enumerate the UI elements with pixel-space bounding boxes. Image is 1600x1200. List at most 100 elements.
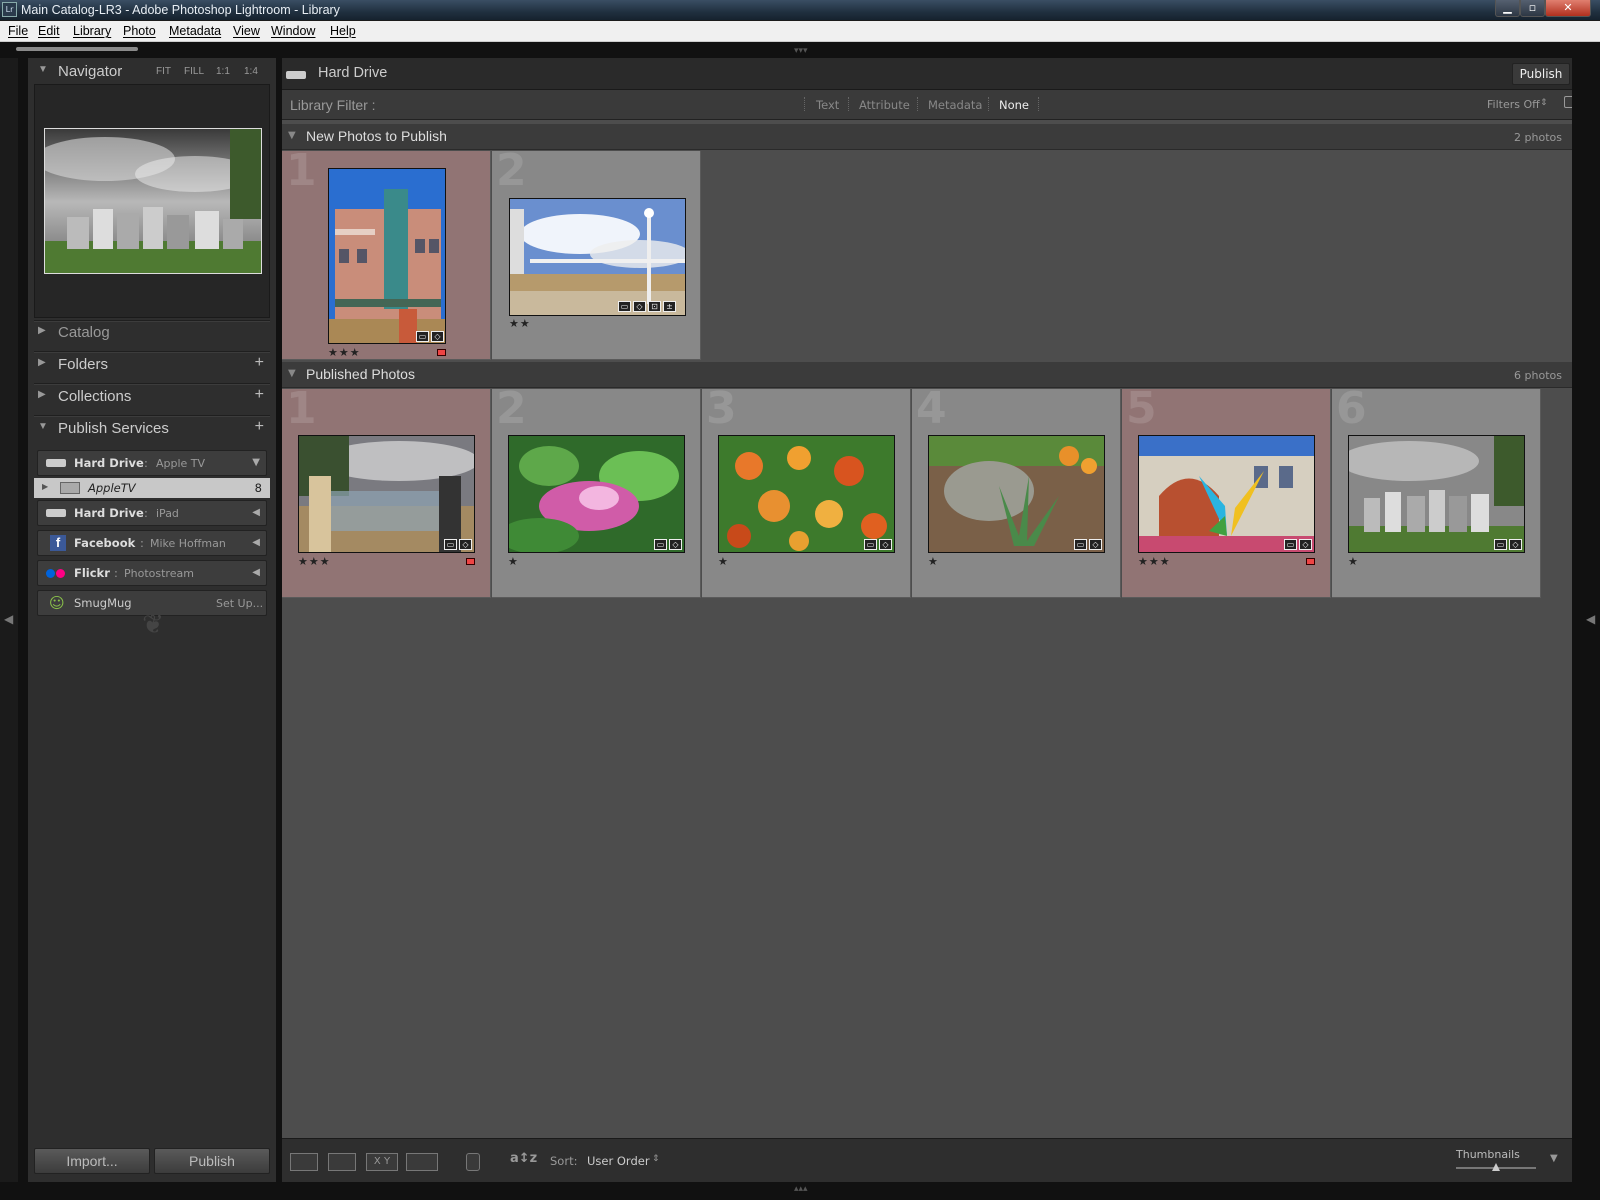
menu-window[interactable]: Window: [271, 24, 315, 38]
divider: [848, 97, 849, 111]
filter-metadata[interactable]: Metadata: [928, 98, 982, 112]
photo-thumbnail[interactable]: [718, 435, 895, 553]
sort-dropdown[interactable]: User Order: [587, 1154, 650, 1168]
thumbnails-label: Thumbnails: [1456, 1148, 1520, 1161]
filter-none[interactable]: None: [999, 98, 1029, 112]
star-rating[interactable]: ★★: [509, 317, 531, 330]
navigator-header[interactable]: ▼ Navigator FIT FILL 1:1 1:4: [34, 60, 270, 84]
service-menu-icon[interactable]: ◀: [252, 567, 260, 578]
grid-cell[interactable]: 2 ▭ ◇ ⊡ ± ★★: [492, 151, 701, 360]
grid-cell[interactable]: 4 ▭ ◇ ★: [912, 389, 1121, 598]
grid-cell[interactable]: 3 ▭ ◇ ★: [702, 389, 911, 598]
menu-library[interactable]: Library: [73, 24, 111, 38]
maximize-button[interactable]: ▫: [1520, 0, 1545, 17]
separator: :: [144, 456, 148, 470]
publish-service-facebook[interactable]: f Facebook : Mike Hoffman ◀: [37, 530, 267, 556]
menu-help[interactable]: Help: [330, 24, 356, 38]
photo-thumbnail[interactable]: [509, 198, 686, 316]
photo-thumbnail[interactable]: [508, 435, 685, 553]
grid-cell[interactable]: 1 ▭ ◇ ★★★: [282, 151, 491, 360]
expand-triangle-icon[interactable]: ▶: [42, 482, 48, 491]
slider-knob-icon[interactable]: [1492, 1163, 1500, 1171]
photo-grid: ▼ New Photos to Publish 2 photos 1 ▭ ◇ ★★…: [282, 120, 1572, 1138]
keyword-badge-icon: ◇: [879, 539, 892, 550]
catalog-header[interactable]: ▶ Catalog: [34, 321, 270, 345]
photo-thumbnail[interactable]: [1348, 435, 1525, 553]
group-title: New Photos to Publish: [306, 128, 447, 144]
cell-index: 6: [1336, 389, 1367, 434]
minimize-button[interactable]: ▁: [1495, 0, 1520, 17]
add-folder-icon[interactable]: +: [255, 354, 264, 372]
publish-service-hard-drive-appletv[interactable]: Hard Drive : Apple TV ▼: [37, 450, 267, 476]
filmstrip-toggle-icon[interactable]: ▴▴▴: [794, 1184, 808, 1194]
nav-1-1[interactable]: 1:1: [216, 66, 230, 77]
star-rating[interactable]: ★: [718, 555, 729, 568]
star-rating[interactable]: ★: [1348, 555, 1359, 568]
collections-header[interactable]: ▶ Collections +: [34, 385, 270, 409]
import-button[interactable]: Import...: [34, 1148, 150, 1174]
spray-can-icon[interactable]: [466, 1153, 480, 1171]
collection-badge-icon: ▭: [618, 301, 631, 312]
setup-link[interactable]: Set Up...: [216, 597, 263, 610]
grid-cell[interactable]: 1 ▭ ◇ ★★★: [282, 389, 491, 598]
photo-thumbnail[interactable]: [328, 168, 446, 344]
nav-1-4[interactable]: 1:4: [244, 66, 258, 77]
add-collection-icon[interactable]: +: [255, 386, 264, 404]
star-rating[interactable]: ★★★: [328, 346, 361, 359]
left-panel-toggle-icon[interactable]: ◀: [4, 612, 13, 626]
publish-service-hard-drive-ipad[interactable]: Hard Drive : iPad ◀: [37, 500, 267, 526]
group-header-new[interactable]: ▼ New Photos to Publish 2 photos: [282, 124, 1572, 150]
collection-badge-icon: ▭: [1494, 539, 1507, 550]
folders-header[interactable]: ▶ Folders +: [34, 353, 270, 377]
lightroom-app-icon: Lr: [2, 2, 17, 17]
menu-photo[interactable]: Photo: [123, 24, 156, 38]
survey-view-icon[interactable]: [406, 1153, 438, 1171]
nav-fill[interactable]: FILL: [184, 66, 204, 77]
grid-cell[interactable]: 5 ▭ ◇ ★★★: [1122, 389, 1331, 598]
star-rating[interactable]: ★: [928, 555, 939, 568]
right-panel-toggle-icon[interactable]: ◀: [1586, 612, 1595, 626]
photo-thumbnail[interactable]: [298, 435, 475, 553]
sort-direction-icon[interactable]: a↕z: [510, 1151, 537, 1166]
add-publish-service-icon[interactable]: +: [255, 418, 264, 436]
grid-cell[interactable]: 6 ▭ ◇ ★: [1332, 389, 1541, 598]
menu-file[interactable]: File: [8, 24, 28, 38]
publish-button[interactable]: Publish: [1512, 63, 1570, 85]
publish-service-flickr[interactable]: Flickr : Photostream ◀: [37, 560, 267, 586]
photo-thumbnail[interactable]: [928, 435, 1105, 553]
filter-attribute[interactable]: Attribute: [859, 98, 910, 112]
module-strip: ▾▾▾: [0, 42, 1600, 58]
left-edge: [18, 58, 28, 1182]
publish-bottom-button[interactable]: Publish: [154, 1148, 270, 1174]
menu-view[interactable]: View: [233, 24, 260, 38]
star-rating[interactable]: ★★★: [298, 555, 331, 568]
grid-view-icon[interactable]: [290, 1153, 318, 1171]
service-menu-icon[interactable]: ◀: [252, 507, 260, 518]
star-rating[interactable]: ★★★: [1138, 555, 1171, 568]
menu-metadata[interactable]: Metadata: [169, 24, 221, 38]
facebook-icon: f: [50, 535, 66, 551]
separator: :: [114, 566, 118, 580]
publish-services-header[interactable]: ▼ Publish Services +: [34, 417, 270, 441]
photo-thumbnail[interactable]: [1138, 435, 1315, 553]
toolbar-menu-icon[interactable]: ▼: [1550, 1153, 1558, 1164]
hard-drive-icon: [46, 509, 66, 517]
published-collection-appletv[interactable]: ▶ AppleTV 8: [34, 478, 270, 498]
service-menu-icon[interactable]: ▼: [252, 457, 260, 468]
service-menu-icon[interactable]: ◀: [252, 537, 260, 548]
collection-badge-icon: ▭: [864, 539, 877, 550]
nav-fit[interactable]: FIT: [156, 66, 171, 77]
keyword-badge-icon: ◇: [1089, 539, 1102, 550]
loupe-view-icon[interactable]: [328, 1153, 356, 1171]
filters-off-dropdown[interactable]: Filters Off: [1487, 98, 1540, 111]
close-button[interactable]: ✕: [1545, 0, 1591, 17]
star-rating[interactable]: ★: [508, 555, 519, 568]
filter-text[interactable]: Text: [816, 98, 839, 112]
menu-edit[interactable]: Edit: [38, 24, 60, 38]
grid-cell[interactable]: 2 ▭ ◇ ★: [492, 389, 701, 598]
keyword-badge-icon: ◇: [1299, 539, 1312, 550]
photo-badges: ▭ ◇: [1074, 539, 1102, 550]
group-header-published[interactable]: ▼ Published Photos 6 photos: [282, 362, 1572, 388]
top-panel-toggle-icon[interactable]: ▾▾▾: [794, 46, 808, 56]
compare-view-icon[interactable]: X Y: [366, 1153, 398, 1171]
